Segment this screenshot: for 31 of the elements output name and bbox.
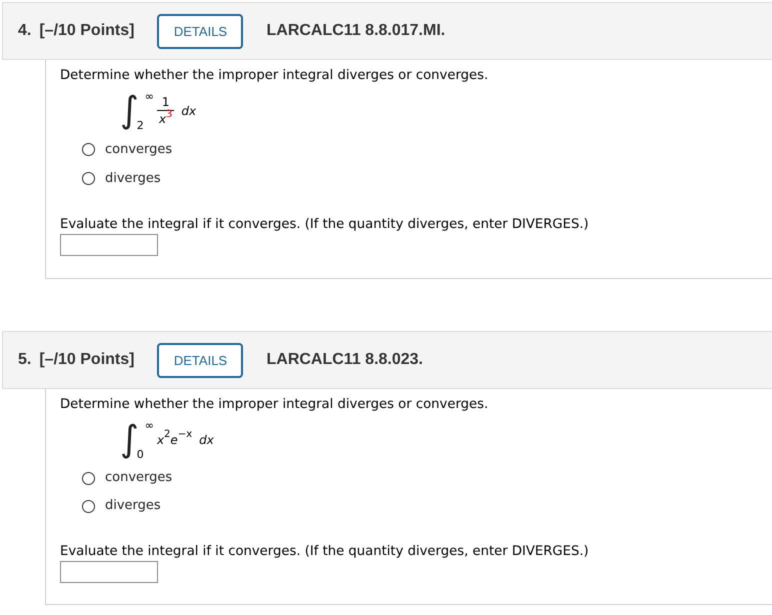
evaluate-prompt: Evaluate the integral if it converges. (If the quantity diverges, enter DIVERGES.) [60, 217, 589, 233]
lower-limit: 0 [136, 448, 145, 461]
radio-label[interactable]: converges [105, 142, 172, 158]
differential: dx [199, 433, 214, 447]
details-button[interactable]: DETAILS [157, 14, 244, 48]
radio-label[interactable]: converges [105, 470, 172, 486]
question-prompt: Determine whether the improper integral diverges or converges. [60, 397, 488, 413]
differential: dx [181, 104, 196, 118]
question-number: 5. [18, 351, 32, 369]
radio-button[interactable] [82, 500, 95, 512]
integral-sign: ∫ [120, 419, 139, 461]
points-label: [–/10 Points] [39, 351, 134, 369]
question-prompt: Determine whether the improper integral diverges or converges. [60, 68, 488, 84]
radio-button[interactable] [82, 143, 95, 156]
problem-code: LARCALC11 8.8.017.MI. [266, 22, 446, 40]
upper-limit: ∞ [144, 419, 154, 432]
integral-sign: ∫ [120, 90, 139, 132]
details-button[interactable]: DETAILS [157, 342, 244, 378]
radio-label[interactable]: diverges [105, 498, 161, 514]
points-label: [–/10 Points] [39, 22, 134, 40]
answer-field[interactable] [60, 561, 158, 583]
lower-limit: 2 [136, 119, 145, 132]
evaluate-prompt: Evaluate the integral if it converges. (If the quantity diverges, enter DIVERGES.) [60, 544, 589, 560]
radio-label[interactable]: diverges [105, 170, 161, 186]
problem-code: LARCALC11 8.8.023. [266, 351, 423, 369]
answer-field[interactable] [60, 234, 158, 256]
radio-button[interactable] [82, 472, 95, 484]
question-number: 4. [18, 22, 32, 40]
integrand-fraction: 1 x$^{3}$ [156, 94, 174, 128]
radio-button[interactable] [82, 172, 95, 185]
upper-limit: ∞ [144, 90, 154, 103]
